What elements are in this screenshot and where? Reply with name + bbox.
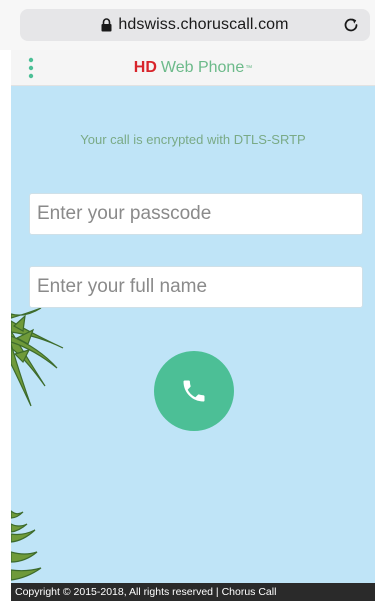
lock-icon [101, 18, 112, 32]
phone-icon [183, 380, 205, 402]
app-title-rest: Web Phone [160, 59, 245, 76]
footer-copyright: Copyright © 2015-2018, All rights reserv… [11, 583, 375, 601]
login-panel: Your call is encrypted with DTLS-SRTP [11, 86, 375, 583]
address-bar[interactable]: hdswiss.choruscall.com [20, 9, 370, 41]
encryption-message: Your call is encrypted with DTLS-SRTP [80, 132, 306, 147]
app-title-hd: HD [133, 59, 157, 76]
reload-icon[interactable] [342, 16, 360, 34]
app-title: HD Web Phone ™ [11, 50, 375, 86]
trademark-symbol: ™ [245, 64, 253, 72]
app-header: HD Web Phone ™ [11, 50, 375, 86]
address-bar-text[interactable]: hdswiss.choruscall.com [20, 9, 370, 41]
palm-leaves-decoration [11, 307, 64, 581]
call-button[interactable] [154, 351, 234, 431]
full-name-input[interactable] [29, 266, 363, 308]
url-label: hdswiss.choruscall.com [118, 16, 289, 33]
browser-chrome: hdswiss.choruscall.com [0, 0, 375, 50]
passcode-input[interactable] [29, 193, 363, 235]
